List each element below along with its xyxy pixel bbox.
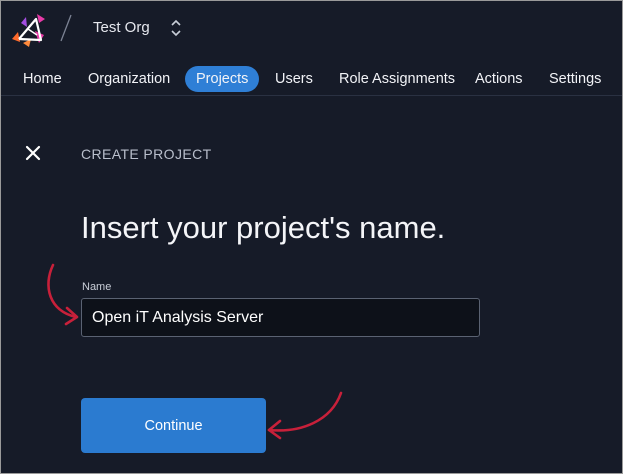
- continue-button[interactable]: Continue: [81, 398, 266, 453]
- nav-projects[interactable]: Projects: [185, 66, 260, 92]
- nav-actions[interactable]: Actions: [475, 66, 523, 92]
- name-field-label: Name: [82, 281, 112, 293]
- breadcrumb-separator: [60, 14, 72, 42]
- nav-organization[interactable]: Organization: [88, 66, 170, 92]
- nav-home[interactable]: Home: [23, 66, 62, 92]
- close-icon[interactable]: [23, 143, 43, 163]
- main-nav: Home Organization Projects Users Role As…: [1, 63, 622, 95]
- logo-icon[interactable]: [9, 9, 49, 49]
- org-name[interactable]: Test Org: [93, 19, 150, 37]
- arrow-to-name-input: [47, 263, 79, 326]
- nav-role-assignments[interactable]: Role Assignments: [339, 66, 455, 92]
- page-title: Insert your project's name.: [81, 210, 446, 245]
- org-switcher-icon[interactable]: [170, 18, 182, 38]
- page-kicker: CREATE PROJECT: [81, 146, 212, 162]
- nav-users[interactable]: Users: [275, 66, 313, 92]
- app-window: Test Org Home Organization Projects User…: [0, 0, 623, 474]
- nav-divider: [1, 95, 622, 96]
- nav-settings[interactable]: Settings: [549, 66, 601, 92]
- top-bar: Test Org: [1, 1, 622, 55]
- arrow-to-continue-button: [267, 391, 343, 440]
- project-name-input[interactable]: [81, 298, 480, 337]
